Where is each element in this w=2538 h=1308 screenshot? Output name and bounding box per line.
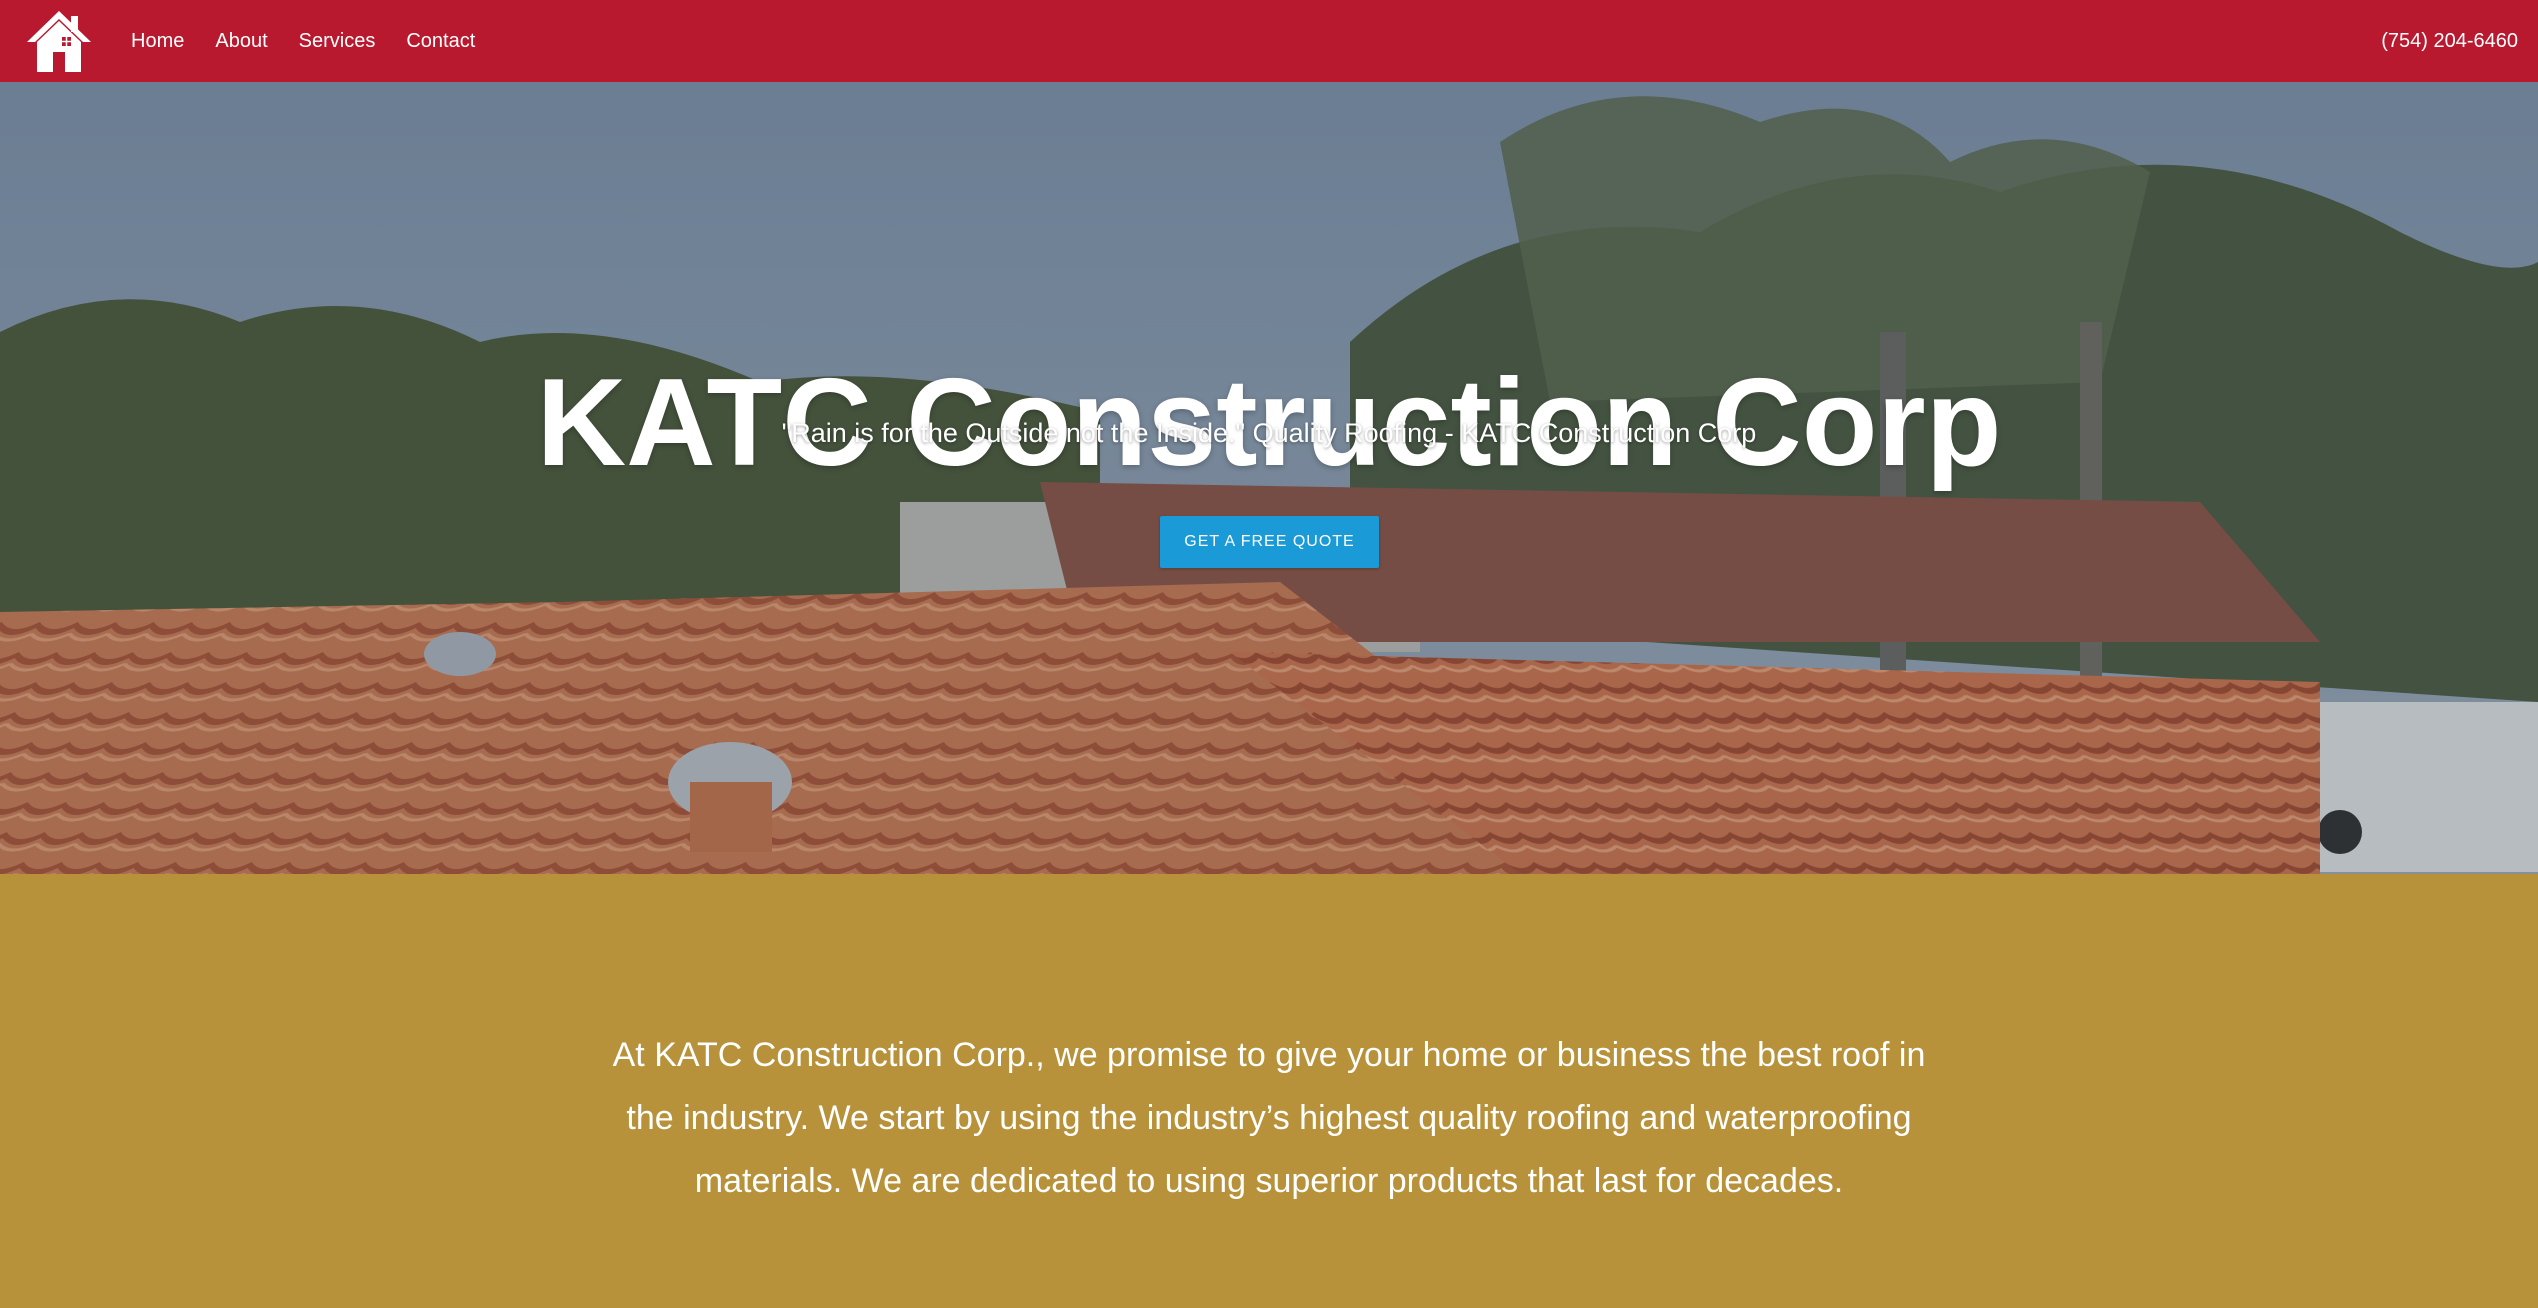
nav-about-link[interactable]: About [215,30,267,53]
promise-text: At KATC Construction Corp., we promise t… [612,1036,1926,1200]
hero-subtitle: "Rain is for the Outside not the Inside.… [781,418,1757,448]
nav-contact-link[interactable]: Contact [406,30,475,53]
main-nav: Home About Services Contact [131,0,506,82]
nav-home-link[interactable]: Home [131,30,184,53]
nav-services-link[interactable]: Services [299,30,376,53]
house-icon[interactable] [24,8,94,72]
hero-section: KATC Construction Corp "Rain is for the … [0,82,2538,874]
top-navigation-bar: Home About Services Contact (754) 204-64… [0,0,2538,82]
phone-number[interactable]: (754) 204-6460 [2381,0,2518,82]
promise-section: At KATC Construction Corp., we promise t… [0,874,2538,1308]
get-free-quote-button[interactable]: GET A FREE QUOTE [1160,516,1379,568]
